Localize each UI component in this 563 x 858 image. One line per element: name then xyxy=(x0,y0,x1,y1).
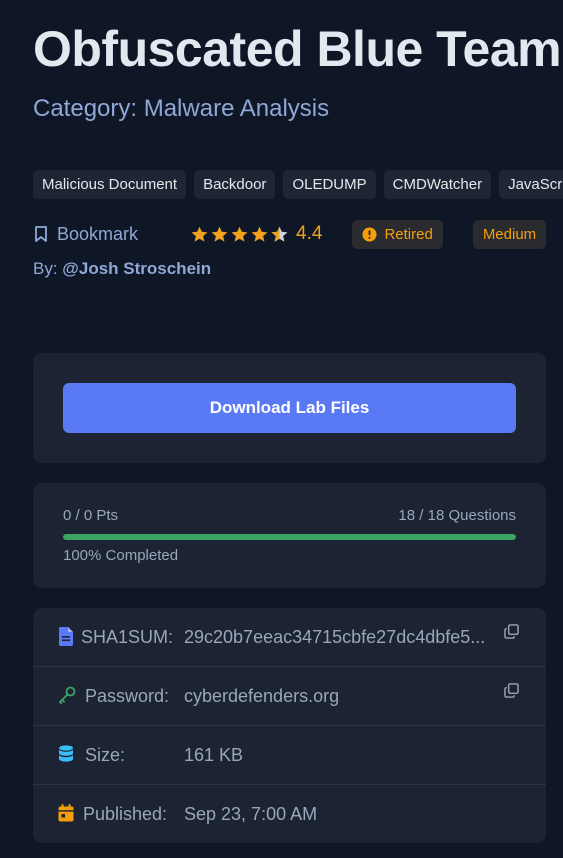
password-value: cyberdefenders.org xyxy=(184,686,340,706)
star-half-icon xyxy=(271,226,288,242)
published-value: Sep 23, 7:00 AM xyxy=(184,804,318,824)
key-icon xyxy=(59,686,76,704)
progress-card: 0 / 0 Pts 18 / 18 Questions 100% Complet… xyxy=(33,483,546,588)
sha1-label: SHA1SUM: xyxy=(81,627,174,647)
difficulty-badge-label: Medium xyxy=(482,225,537,243)
progress-bar-fill xyxy=(63,534,516,540)
copy-icon[interactable] xyxy=(504,683,519,698)
star-icon xyxy=(231,226,248,242)
meta-row: Bookmark 4.4 Retired Medium xyxy=(33,219,547,249)
progress-bar xyxy=(63,534,516,540)
bookmark-button[interactable]: Bookmark xyxy=(33,224,138,245)
sha1-value: 29c20b7eeac34715cbfe27dc4dbfe5... xyxy=(184,627,486,647)
tag[interactable]: JavaScript xyxy=(499,170,563,199)
download-lab-files-button[interactable]: Download Lab Files xyxy=(63,383,516,433)
tag[interactable]: OLEDUMP xyxy=(283,170,376,199)
file-icon xyxy=(59,627,73,646)
size-value: 161 KB xyxy=(184,745,244,765)
completed-text: 100% Completed xyxy=(63,547,179,564)
star-icon xyxy=(251,226,268,242)
rating-value: 4.4 xyxy=(296,223,323,244)
lab-info-card: SHA1SUM: 29c20b7eeac34715cbfe27dc4dbfe5.… xyxy=(33,608,546,843)
star-icon xyxy=(191,226,208,242)
info-row-size: Size: 161 KB xyxy=(33,726,546,785)
tag[interactable]: Malicious Document xyxy=(33,170,187,199)
author-line: By: @Josh Stroschein xyxy=(33,259,211,279)
size-label: Size: xyxy=(85,745,126,765)
info-row-published: Published: Sep 23, 7:00 AM xyxy=(33,785,546,843)
calendar-icon xyxy=(58,804,74,822)
status-badge-label: Retired xyxy=(384,225,433,243)
alert-circle-icon xyxy=(362,226,377,242)
author-link[interactable]: @Josh Stroschein xyxy=(62,259,211,278)
published-label: Published: xyxy=(83,804,168,824)
questions-text: 18 / 18 Questions xyxy=(398,507,516,524)
tag-list: Malicious Document Backdoor OLEDUMP CMDW… xyxy=(33,170,563,199)
info-row-password: Password: cyberdefenders.org xyxy=(33,667,546,726)
password-label: Password: xyxy=(85,686,170,706)
lab-category: Category: Malware Analysis xyxy=(33,95,330,122)
author-prefix: By: xyxy=(33,259,63,278)
lab-title: Obfuscated Blue Team xyxy=(33,21,562,77)
difficulty-badge: Medium xyxy=(472,219,547,249)
bookmark-label: Bookmark xyxy=(57,223,139,244)
rating-stars: 4.4 xyxy=(190,223,322,245)
tag[interactable]: Backdoor xyxy=(194,170,276,199)
copy-icon[interactable] xyxy=(504,624,519,639)
star-icon xyxy=(211,226,228,242)
tag[interactable]: CMDWatcher xyxy=(383,170,492,199)
status-badge: Retired xyxy=(352,219,443,249)
bookmark-icon xyxy=(35,226,47,242)
info-row-sha1: SHA1SUM: 29c20b7eeac34715cbfe27dc4dbfe5.… xyxy=(33,608,546,667)
points-text: 0 / 0 Pts xyxy=(63,507,119,524)
database-icon xyxy=(59,745,73,762)
download-card: Download Lab Files xyxy=(33,353,546,463)
